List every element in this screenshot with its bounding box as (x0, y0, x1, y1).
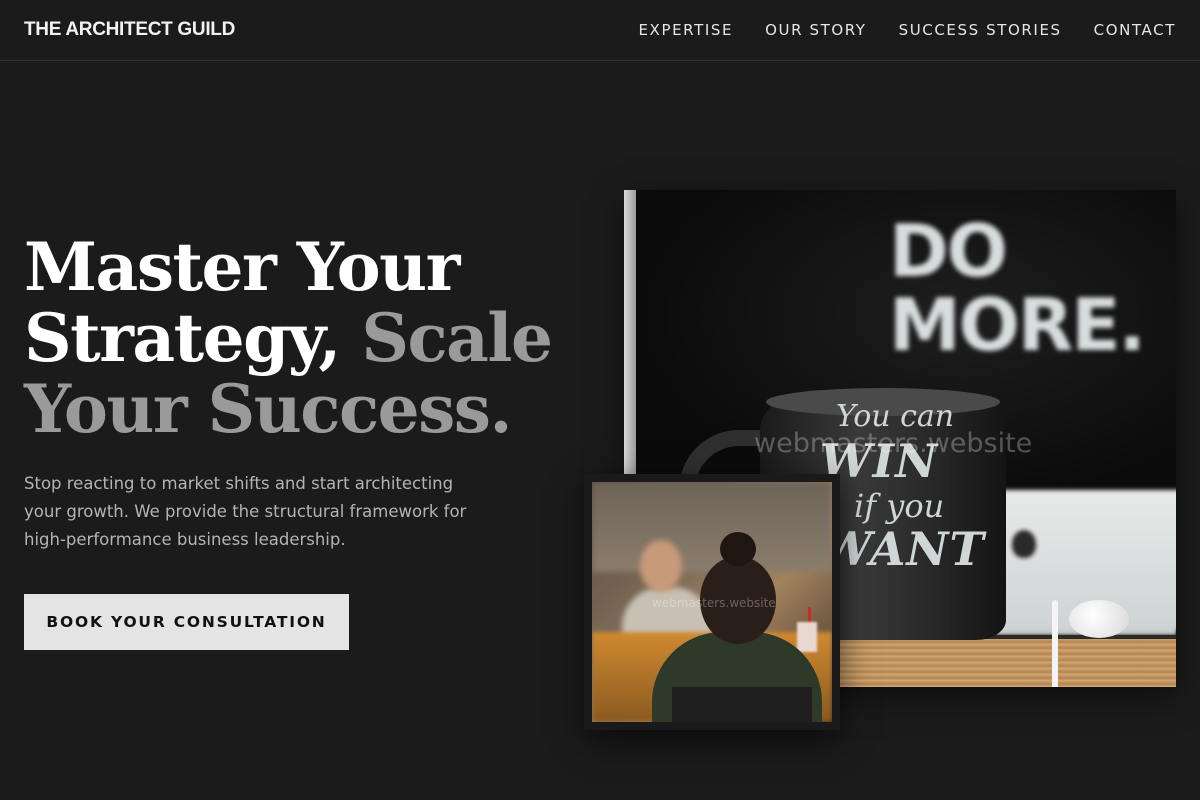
hero-title-line1: Master Your (24, 228, 460, 306)
photo-cup (797, 622, 817, 652)
hero-title-line2a: Strategy, (24, 299, 341, 377)
photo-woman-head (700, 556, 776, 644)
site-header: THE ARCHITECT GUILD EXPERTISE OUR STORY … (0, 0, 1200, 61)
hero-title-line3: Your Success. (24, 370, 512, 448)
book-consultation-button[interactable]: BOOK YOUR CONSULTATION (24, 594, 349, 650)
laptop-logo-icon (1012, 530, 1036, 558)
main-nav: EXPERTISE OUR STORY SUCCESS STORIES CONT… (606, 21, 1176, 39)
hero-subtitle: Stop reacting to market shifts and start… (24, 474, 467, 549)
wall-sign: DO MORE. (889, 214, 1146, 362)
photo-woman-hair-bun (720, 532, 756, 566)
photo-wall-edge (624, 190, 636, 480)
mug-slogan-line2: WIN (820, 434, 939, 488)
photo-man-head (640, 540, 682, 592)
mug-slogan: You can WIN if you WANT (820, 399, 1010, 576)
wall-sign-line1: DO (889, 209, 1008, 293)
hero-title-line2b: Scale (361, 299, 553, 377)
nav-link-our-story[interactable]: OUR STORY (765, 21, 867, 39)
photo-table (834, 635, 1176, 687)
brand-logo[interactable]: THE ARCHITECT GUILD (24, 19, 235, 41)
wall-sign-line2: MORE. (889, 283, 1146, 367)
mug-slogan-line3: if you (854, 487, 945, 525)
earbud (1069, 600, 1129, 638)
nav-link-contact[interactable]: CONTACT (1094, 21, 1176, 39)
mug-slogan-line1: You can (836, 399, 955, 434)
hero-title: Master Your Strategy, Scale Your Success… (24, 232, 584, 445)
nav-link-expertise[interactable]: EXPERTISE (638, 21, 733, 39)
photo-window (592, 482, 832, 572)
nav-link-success-stories[interactable]: SUCCESS STORIES (899, 21, 1062, 39)
earphone-cable (1052, 600, 1058, 687)
meeting-photo-frame: webmasters.website (584, 474, 840, 730)
photo-chair (672, 687, 812, 722)
mug-slogan-line4: WANT (820, 522, 985, 576)
meeting-photo: webmasters.website (592, 482, 832, 722)
